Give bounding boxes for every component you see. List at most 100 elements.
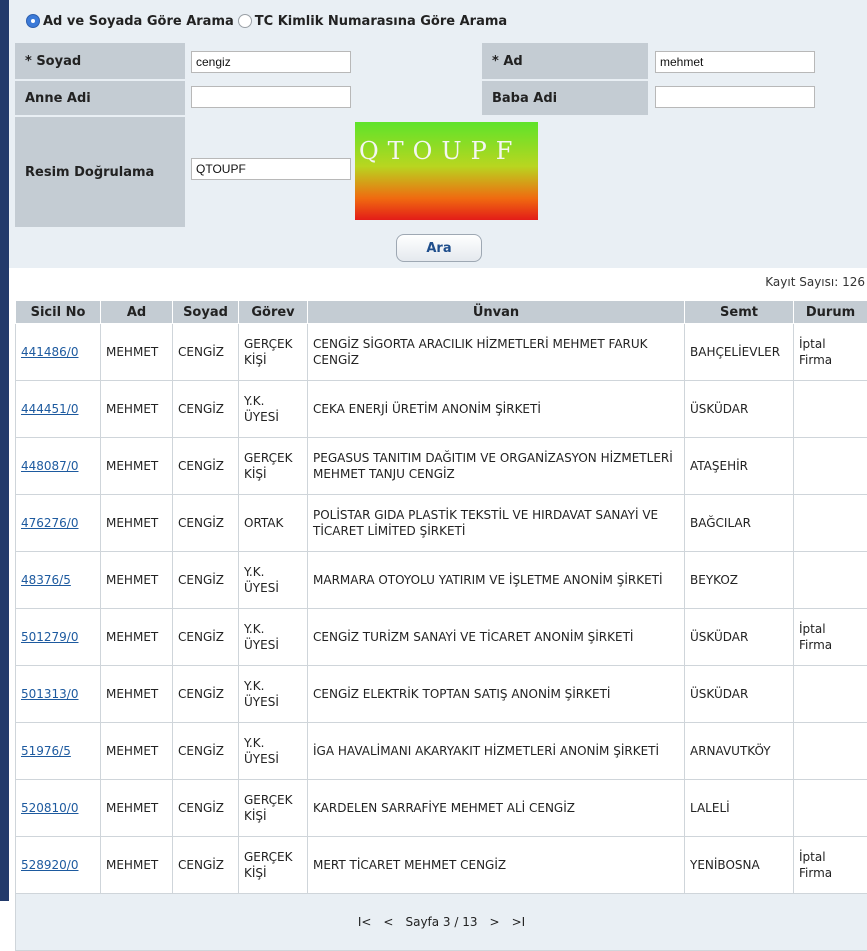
radio-tc-search-label[interactable]: TC Kimlik Numarasına Göre Arama (255, 14, 507, 29)
radio-name-search[interactable] (26, 14, 40, 28)
sicil-link[interactable]: 528920/0 (21, 858, 79, 872)
cell-ad: MEHMET (101, 780, 173, 837)
search-button[interactable]: Ara (396, 234, 482, 262)
cell-gorev: Y.K. ÜYESİ (239, 723, 308, 780)
captcha-label: Resim Doğrulama (15, 117, 185, 227)
cell-ad: MEHMET (101, 723, 173, 780)
cell-durum (794, 780, 867, 837)
cell-unvan: MARMARA OTOYOLU YATIRIM VE İŞLETME ANONİ… (308, 552, 685, 609)
cell-unvan: MERT TİCARET MEHMET CENGİZ (308, 837, 685, 894)
cell-gorev: Y.K. ÜYESİ (239, 609, 308, 666)
captcha-input[interactable] (191, 158, 351, 180)
col-header-gorev[interactable]: Görev (239, 301, 308, 324)
cell-semt: ÜSKÜDAR (685, 666, 794, 723)
col-header-ad[interactable]: Ad (101, 301, 173, 324)
cell-soyad: CENGİZ (173, 438, 239, 495)
table-row: 441486/0 MEHMET CENGİZ GERÇEK KİŞİ CENGİ… (16, 324, 867, 381)
sicil-link[interactable]: 441486/0 (21, 345, 79, 359)
captcha-image: QTOUPF (355, 122, 538, 220)
cell-durum (794, 495, 867, 552)
cell-gorev: Y.K. ÜYESİ (239, 666, 308, 723)
cell-semt: YENİBOSNA (685, 837, 794, 894)
cell-soyad: CENGİZ (173, 666, 239, 723)
cell-gorev: GERÇEK KİŞİ (239, 837, 308, 894)
cell-unvan: KARDELEN SARRAFİYE MEHMET ALİ CENGİZ (308, 780, 685, 837)
table-row: 501313/0 MEHMET CENGİZ Y.K. ÜYESİ CENGİZ… (16, 666, 867, 723)
first-page-button[interactable]: I< (358, 914, 372, 930)
pagination: I< < Sayfa 3 / 13 > >I (358, 914, 525, 930)
next-page-button[interactable]: > (490, 914, 500, 930)
cell-soyad: CENGİZ (173, 837, 239, 894)
last-page-button[interactable]: >I (512, 914, 526, 930)
cell-unvan: CENGİZ TURİZM SANAYİ VE TİCARET ANONİM Ş… (308, 609, 685, 666)
col-header-durum[interactable]: Durum (794, 301, 867, 324)
table-row: 448087/0 MEHMET CENGİZ GERÇEK KİŞİ PEGAS… (16, 438, 867, 495)
cell-semt: BAHÇELİEVLER (685, 324, 794, 381)
cell-ad: MEHMET (101, 381, 173, 438)
cell-durum (794, 552, 867, 609)
baba-adi-label: Baba Adi (482, 81, 648, 115)
cell-durum: İptal Firma (794, 324, 867, 381)
col-header-unvan[interactable]: Ünvan (308, 301, 685, 324)
cell-durum: İptal Firma (794, 609, 867, 666)
cell-semt: LALELİ (685, 780, 794, 837)
ad-input[interactable] (655, 51, 815, 73)
cell-gorev: GERÇEK KİŞİ (239, 780, 308, 837)
cell-ad: MEHMET (101, 837, 173, 894)
cell-soyad: CENGİZ (173, 381, 239, 438)
captcha-image-text: QTOUPF (359, 137, 521, 165)
cell-soyad: CENGİZ (173, 324, 239, 381)
cell-gorev: Y.K. ÜYESİ (239, 552, 308, 609)
cell-semt: ÜSKÜDAR (685, 381, 794, 438)
cell-unvan: CEKA ENERJİ ÜRETİM ANONİM ŞİRKETİ (308, 381, 685, 438)
radio-name-search-label[interactable]: Ad ve Soyada Göre Arama (43, 14, 234, 29)
cell-gorev: Y.K. ÜYESİ (239, 381, 308, 438)
sicil-link[interactable]: 51976/5 (21, 744, 71, 758)
cell-ad: MEHMET (101, 666, 173, 723)
cell-semt: ÜSKÜDAR (685, 609, 794, 666)
sicil-link[interactable]: 501313/0 (21, 687, 79, 701)
cell-soyad: CENGİZ (173, 552, 239, 609)
cell-soyad: CENGİZ (173, 495, 239, 552)
cell-ad: MEHMET (101, 552, 173, 609)
table-row: 444451/0 MEHMET CENGİZ Y.K. ÜYESİ CEKA E… (16, 381, 867, 438)
table-row: 51976/5 MEHMET CENGİZ Y.K. ÜYESİ İGA HAV… (16, 723, 867, 780)
sicil-link[interactable]: 444451/0 (21, 402, 79, 416)
anne-adi-input[interactable] (191, 86, 351, 108)
col-header-semt[interactable]: Semt (685, 301, 794, 324)
search-mode-group: Ad ve Soyada Göre Arama TC Kimlik Numara… (26, 11, 511, 31)
cell-semt: BEYKOZ (685, 552, 794, 609)
cell-semt: ATAŞEHİR (685, 438, 794, 495)
soyad-input[interactable] (191, 51, 351, 73)
cell-ad: MEHMET (101, 324, 173, 381)
cell-ad: MEHMET (101, 438, 173, 495)
prev-page-button[interactable]: < (383, 914, 393, 930)
sicil-link[interactable]: 476276/0 (21, 516, 79, 530)
radio-tc-search[interactable] (238, 14, 252, 28)
table-header-row: Sicil No Ad Soyad Görev Ünvan Semt Durum (16, 301, 867, 324)
anne-adi-label: Anne Adi (15, 81, 185, 115)
col-header-sicil[interactable]: Sicil No (16, 301, 101, 324)
cell-unvan: PEGASUS TANITIM DAĞITIM VE ORGANİZASYON … (308, 438, 685, 495)
sicil-link[interactable]: 501279/0 (21, 630, 79, 644)
cell-ad: MEHMET (101, 495, 173, 552)
cell-soyad: CENGİZ (173, 780, 239, 837)
cell-gorev: GERÇEK KİŞİ (239, 324, 308, 381)
cell-soyad: CENGİZ (173, 609, 239, 666)
left-edge-bar (0, 0, 9, 901)
sicil-link[interactable]: 520810/0 (21, 801, 79, 815)
results-table: Sicil No Ad Soyad Görev Ünvan Semt Durum… (15, 300, 867, 951)
cell-unvan: CENGİZ SİGORTA ARACILIK HİZMETLERİ MEHME… (308, 324, 685, 381)
col-header-soyad[interactable]: Soyad (173, 301, 239, 324)
baba-adi-input[interactable] (655, 86, 815, 108)
table-row: 528920/0 MEHMET CENGİZ GERÇEK KİŞİ MERT … (16, 837, 867, 894)
record-count: Kayıt Sayısı: 126 (765, 275, 865, 289)
ad-label: * Ad (482, 43, 648, 79)
cell-unvan: POLİSTAR GIDA PLASTİK TEKSTİL VE HIRDAVA… (308, 495, 685, 552)
table-row: 476276/0 MEHMET CENGİZ ORTAK POLİSTAR GI… (16, 495, 867, 552)
cell-durum (794, 666, 867, 723)
cell-durum: İptal Firma (794, 837, 867, 894)
sicil-link[interactable]: 48376/5 (21, 573, 71, 587)
sicil-link[interactable]: 448087/0 (21, 459, 79, 473)
table-row: 501279/0 MEHMET CENGİZ Y.K. ÜYESİ CENGİZ… (16, 609, 867, 666)
